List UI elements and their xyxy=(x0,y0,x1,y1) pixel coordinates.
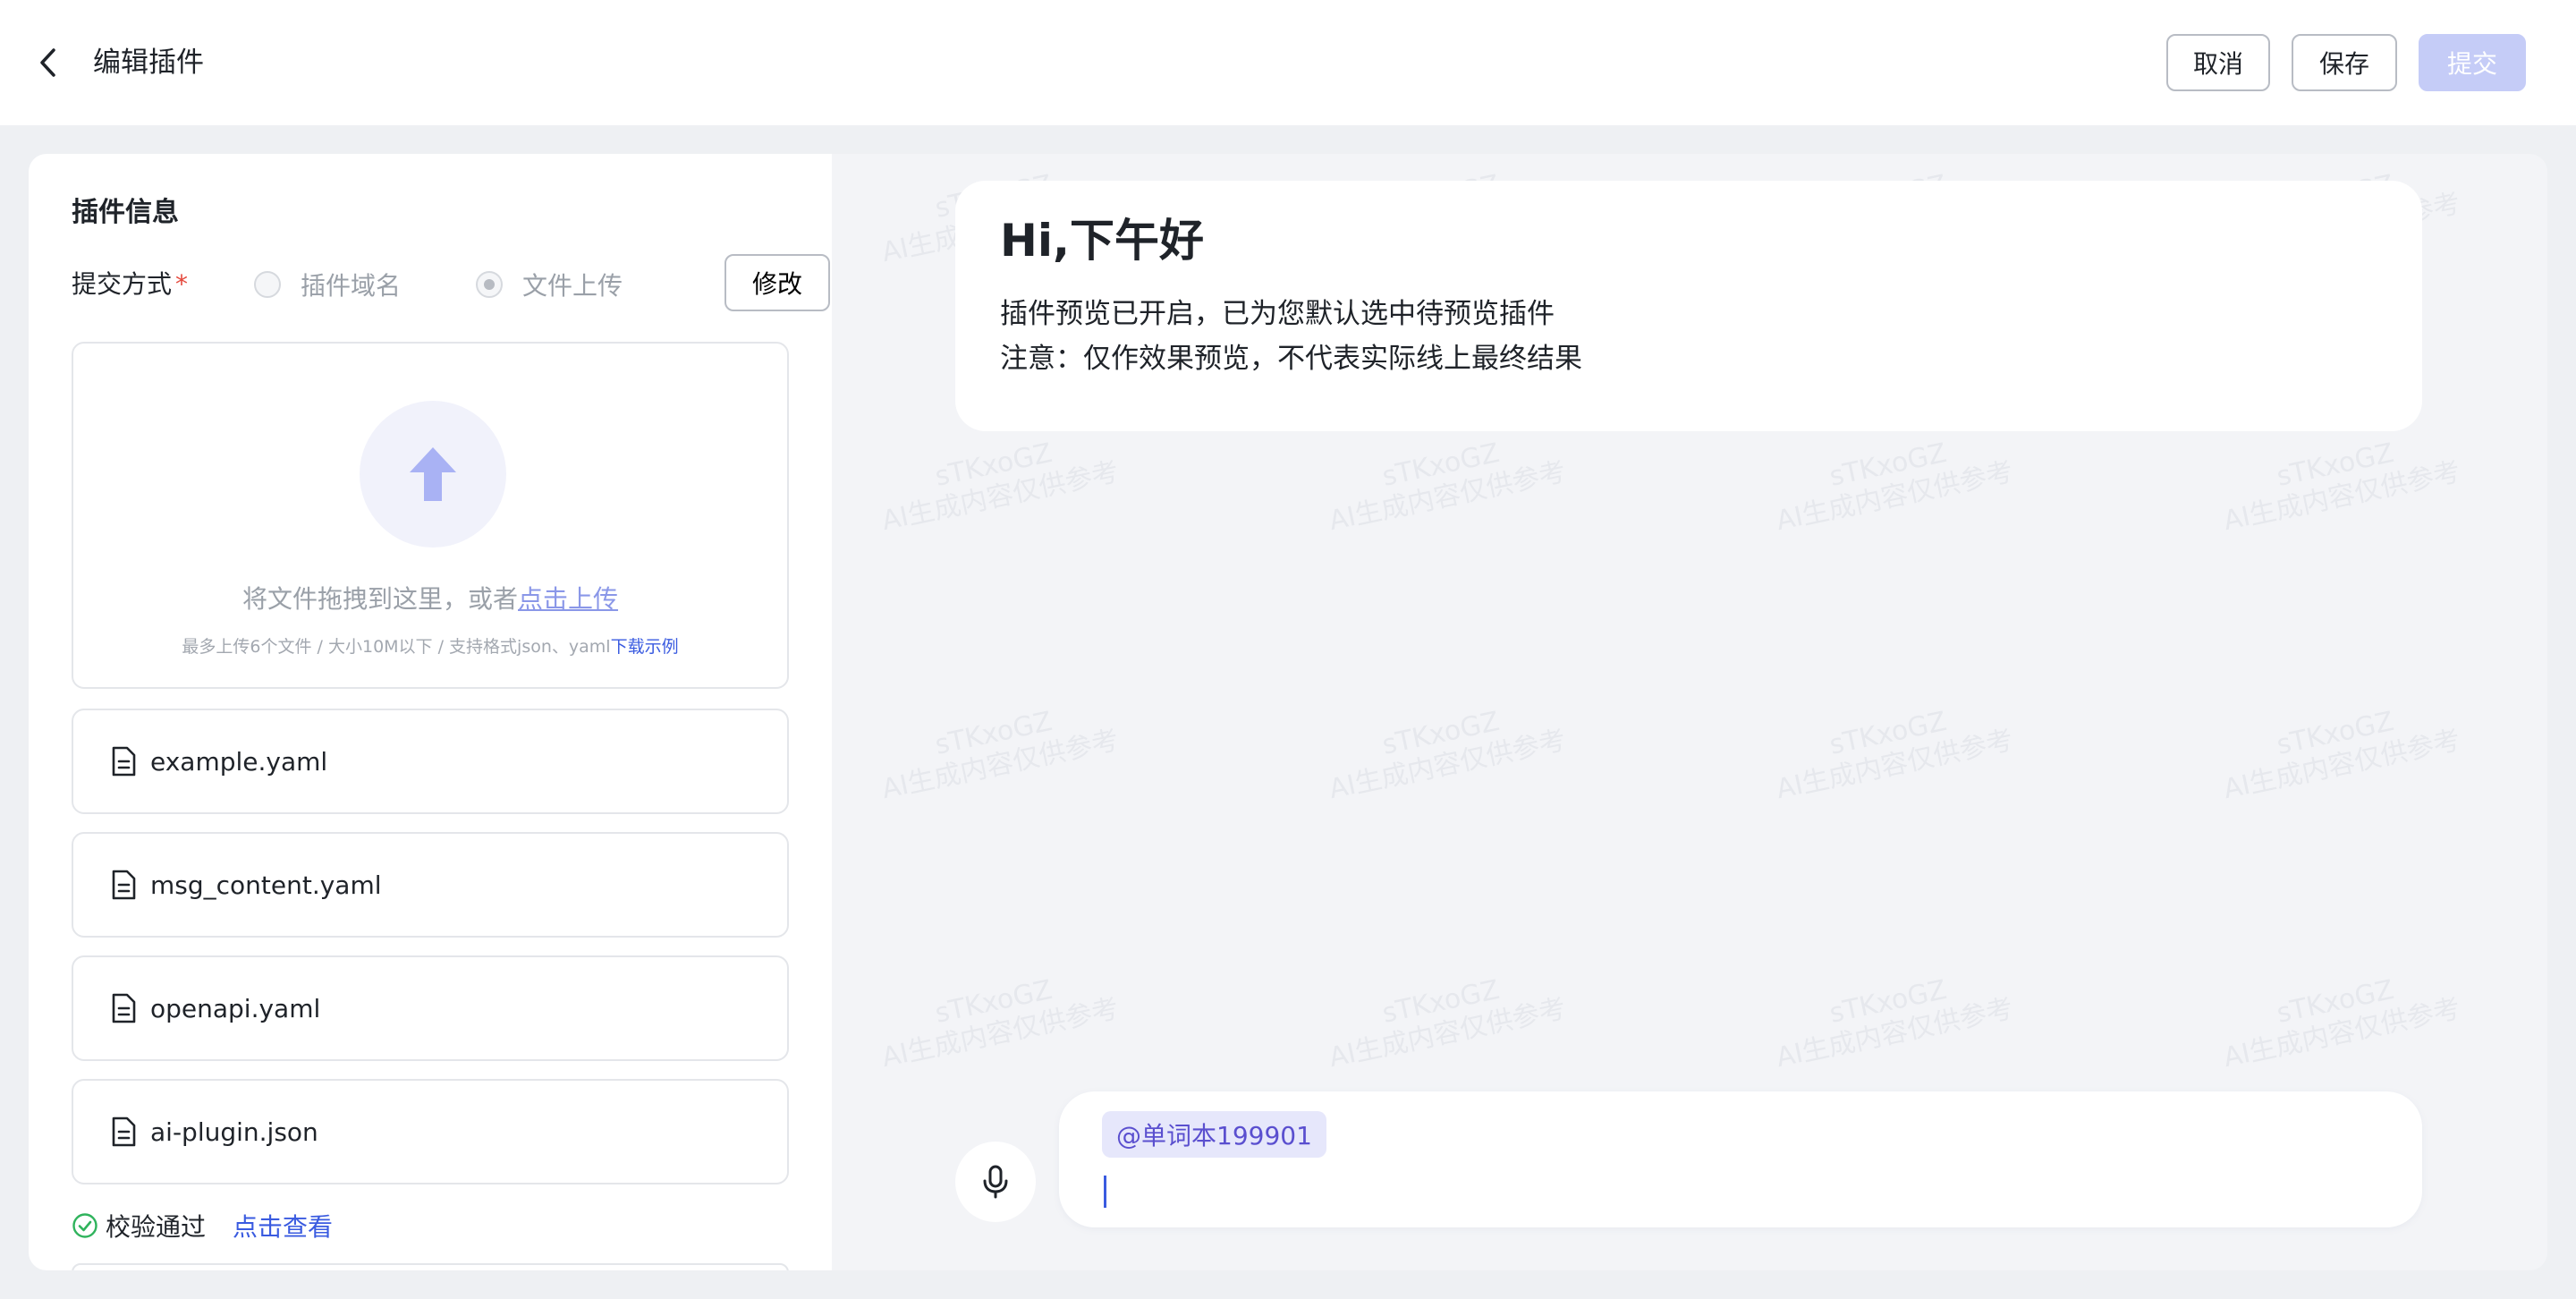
cancel-button[interactable]: 取消 xyxy=(2166,34,2270,91)
radio-label: 文件上传 xyxy=(522,271,623,301)
watermark: sTKxoGZAI生成内容仅供参考 xyxy=(1767,693,2016,806)
watermark-line: AI生成内容仅供参考 xyxy=(878,724,1122,806)
watermark-line: AI生成内容仅供参考 xyxy=(878,455,1122,538)
watermark-line: sTKxoGZ xyxy=(932,705,1055,761)
watermark: sTKxoGZAI生成内容仅供参考 xyxy=(1319,425,1569,538)
section-title: 插件信息 xyxy=(72,197,179,228)
radio-plugin-domain[interactable]: 插件域名 xyxy=(254,267,401,302)
watermark-line: sTKxoGZ xyxy=(1826,705,1950,761)
watermark-line: AI生成内容仅供参考 xyxy=(878,992,1122,1074)
radio-checked-icon xyxy=(476,271,503,298)
submit-method-row: 提交方式 * 插件域名 文件上传 修改 xyxy=(72,254,830,311)
watermark: sTKxoGZAI生成内容仅供参考 xyxy=(1767,962,2016,1074)
watermark-line: AI生成内容仅供参考 xyxy=(1326,455,1569,538)
watermark: sTKxoGZAI生成内容仅供参考 xyxy=(2214,425,2463,538)
submit-button[interactable]: 提交 xyxy=(2419,34,2526,91)
upload-arrow-icon xyxy=(360,401,506,548)
preview-disclaimer: 注意：仅作效果预览，不代表实际线上最终结果 xyxy=(1000,343,1582,375)
watermark: sTKxoGZAI生成内容仅供参考 xyxy=(2214,693,2463,806)
watermark-line: sTKxoGZ xyxy=(1826,437,1950,493)
preview-notice: 插件预览已开启，已为您默认选中待预览插件 xyxy=(1000,298,1555,330)
watermark-line: AI生成内容仅供参考 xyxy=(2220,455,2463,538)
greeting-title: Hi,下午好 xyxy=(1000,215,1204,267)
plugin-mention-tag[interactable]: @单词本199901 xyxy=(1102,1111,1326,1158)
upload-hint-text: 最多上传6个文件 / 大小10M以下 / 支持格式json、yaml xyxy=(182,637,611,657)
watermark-line: AI生成内容仅供参考 xyxy=(1773,724,2016,806)
watermark-line: sTKxoGZ xyxy=(2274,973,2397,1030)
watermark-line: AI生成内容仅供参考 xyxy=(1326,724,1569,806)
modify-button[interactable]: 修改 xyxy=(724,254,830,311)
watermark: sTKxoGZAI生成内容仅供参考 xyxy=(1319,962,1569,1074)
microphone-icon[interactable] xyxy=(955,1142,1036,1222)
upload-text: 将文件拖拽到这里，或者 xyxy=(242,584,518,614)
watermark-line: sTKxoGZ xyxy=(2274,437,2397,493)
back-arrow-icon[interactable] xyxy=(30,45,66,81)
file-item[interactable]: example.yaml xyxy=(72,709,789,814)
file-icon xyxy=(111,993,138,1023)
file-name: msg_content.yaml xyxy=(150,870,382,900)
file-icon xyxy=(111,870,138,900)
chat-input[interactable]: @单词本199901 xyxy=(1059,1091,2422,1227)
text-cursor xyxy=(1104,1176,1106,1208)
plugin-info-panel: 插件信息 提交方式 * 插件域名 文件上传 修改 将文件拖拽到这里，或者点击上传 … xyxy=(29,154,832,1270)
watermark-line: sTKxoGZ xyxy=(2274,705,2397,761)
save-button[interactable]: 保存 xyxy=(2292,34,2397,91)
file-item[interactable]: msg_content.yaml xyxy=(72,832,789,938)
submit-method-text: 提交方式 xyxy=(72,269,173,299)
watermark: sTKxoGZAI生成内容仅供参考 xyxy=(872,425,1122,538)
preview-panel: sTKxoGZ AI生成内容仅供参考 sTKxoGZ AI生成内容仅供参考 sTKx… xyxy=(832,154,2547,1270)
check-circle-icon xyxy=(72,1212,98,1239)
next-card-edge xyxy=(72,1263,789,1270)
submit-method-label: 提交方式 * xyxy=(72,267,188,302)
radio-file-upload[interactable]: 文件上传 xyxy=(476,267,623,302)
file-item[interactable]: openapi.yaml xyxy=(72,955,789,1061)
watermark: sTKxoGZAI生成内容仅供参考 xyxy=(1767,425,2016,538)
click-upload-link[interactable]: 点击上传 xyxy=(518,584,618,614)
watermark-line: sTKxoGZ xyxy=(1379,437,1503,493)
radio-label: 插件域名 xyxy=(301,271,402,301)
watermark-line: AI生成内容仅供参考 xyxy=(1326,992,1569,1074)
file-icon xyxy=(111,1116,138,1147)
page-title: 编辑插件 xyxy=(93,47,204,79)
watermark-line: AI生成内容仅供参考 xyxy=(1773,455,2016,538)
file-item[interactable]: ai-plugin.json xyxy=(72,1079,789,1184)
file-name: openapi.yaml xyxy=(150,993,321,1023)
file-name: ai-plugin.json xyxy=(150,1116,318,1147)
greeting-card: Hi,下午好 插件预览已开启，已为您默认选中待预览插件 注意：仅作效果预览，不代… xyxy=(955,181,2422,431)
watermark-line: sTKxoGZ xyxy=(932,437,1055,493)
watermark-line: sTKxoGZ xyxy=(1826,973,1950,1030)
top-header: 编辑插件 取消 保存 提交 xyxy=(0,0,2576,125)
verify-status-row: 校验通过 点击查看 xyxy=(72,1208,333,1244)
download-example-link[interactable]: 下载示例 xyxy=(611,637,679,657)
watermark-line: sTKxoGZ xyxy=(1379,973,1503,1030)
watermark-line: AI生成内容仅供参考 xyxy=(2220,724,2463,806)
file-icon xyxy=(111,746,138,777)
file-name: example.yaml xyxy=(150,746,328,777)
watermark: sTKxoGZAI生成内容仅供参考 xyxy=(2214,962,2463,1074)
watermark-line: AI生成内容仅供参考 xyxy=(1773,992,2016,1074)
view-details-link[interactable]: 点击查看 xyxy=(233,1208,333,1244)
upload-hint: 最多上传6个文件 / 大小10M以下 / 支持格式json、yaml下载示例 xyxy=(73,633,787,660)
watermark-line: sTKxoGZ xyxy=(932,973,1055,1030)
watermark: sTKxoGZAI生成内容仅供参考 xyxy=(872,962,1122,1074)
radio-unchecked-icon xyxy=(254,271,281,298)
upload-dropzone[interactable]: 将文件拖拽到这里，或者点击上传 最多上传6个文件 / 大小10M以下 / 支持格… xyxy=(72,342,789,689)
required-star: * xyxy=(175,269,189,299)
watermark: sTKxoGZAI生成内容仅供参考 xyxy=(1319,693,1569,806)
watermark-line: sTKxoGZ xyxy=(1379,705,1503,761)
watermark: sTKxoGZAI生成内容仅供参考 xyxy=(872,693,1122,806)
upload-instruction: 将文件拖拽到这里，或者点击上传 xyxy=(73,582,787,617)
watermark-line: AI生成内容仅供参考 xyxy=(2220,992,2463,1074)
verify-status: 校验通过 xyxy=(106,1212,207,1242)
